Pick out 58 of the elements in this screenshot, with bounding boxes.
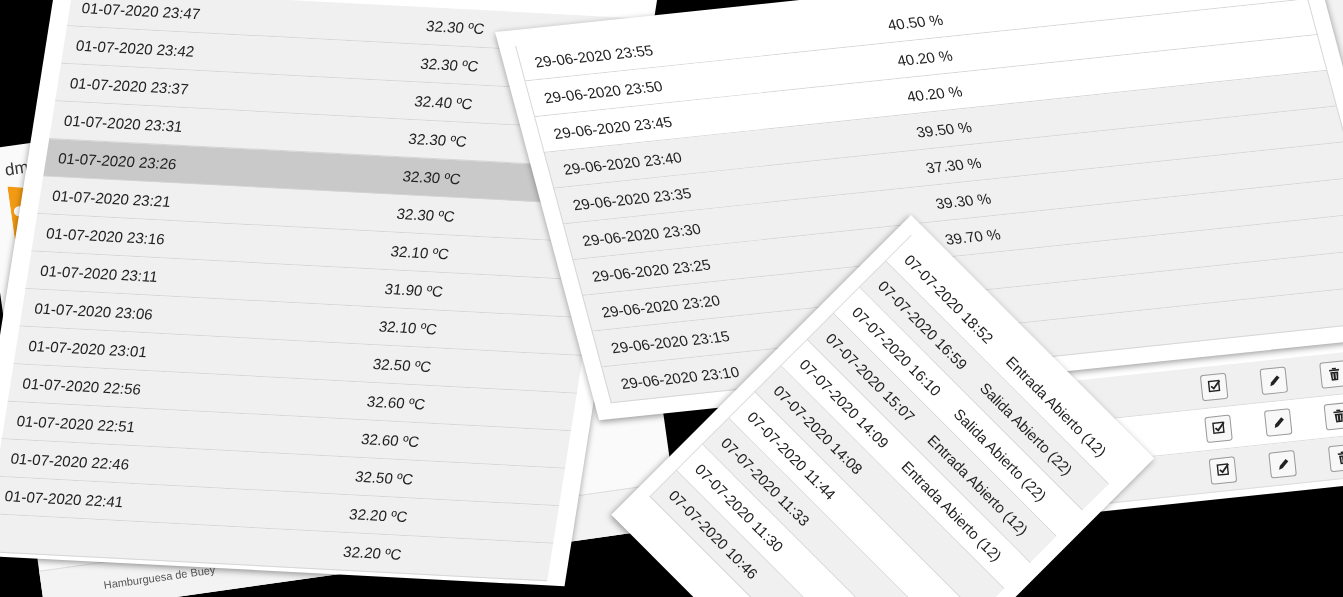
timestamp-cell: 29-06-2020 23:55 bbox=[532, 41, 655, 70]
check-button[interactable] bbox=[1208, 455, 1238, 485]
humidity-cell: 39.70 % bbox=[943, 225, 1003, 248]
timestamp-cell: 29-06-2020 23:40 bbox=[561, 148, 684, 178]
timestamp-cell: 29-06-2020 23:35 bbox=[570, 184, 693, 213]
temperature-cell: 32.30 ºC bbox=[401, 167, 462, 188]
temperature-cell: 32.20 ºC bbox=[342, 542, 403, 563]
temperature-cell: 32.10 ºC bbox=[389, 242, 451, 263]
product-name: Hamburguesa de Buey bbox=[102, 563, 216, 591]
delete-button[interactable] bbox=[1323, 401, 1343, 430]
timestamp-cell: 01-07-2020 22:46 bbox=[9, 449, 131, 473]
timestamp-cell: 01-07-2020 23:42 bbox=[74, 36, 196, 60]
temperature-cell: 32.20 ºC bbox=[348, 505, 409, 526]
timestamp-cell: 01-07-2020 22:41 bbox=[3, 487, 125, 511]
temperature-cell: 32.60 ºC bbox=[359, 430, 421, 451]
humidity-cell: 37.30 % bbox=[923, 153, 983, 176]
timestamp-cell: 01-07-2020 23:26 bbox=[56, 149, 178, 173]
timestamp-cell: 01-07-2020 23:01 bbox=[27, 337, 149, 361]
timestamp-cell: 01-07-2020 23:16 bbox=[45, 224, 166, 248]
timestamp-cell: 01-07-2020 22:56 bbox=[21, 374, 143, 398]
delete-button[interactable] bbox=[1319, 359, 1343, 389]
checkbox-icon bbox=[1205, 378, 1223, 395]
temperature-cell: 32.60 ºC bbox=[365, 392, 427, 413]
humidity-cell: 40.20 % bbox=[895, 46, 955, 69]
humidity-cell: 39.30 % bbox=[933, 189, 993, 212]
timestamp-cell: 01-07-2020 23:31 bbox=[62, 111, 184, 135]
temperature-cell: 32.10 ºC bbox=[377, 317, 439, 338]
temperature-cell: 32.50 ºC bbox=[354, 467, 415, 488]
temperature-cell: 32.50 ºC bbox=[371, 355, 433, 375]
timestamp-cell: 01-07-2020 23:47 bbox=[80, 0, 202, 23]
timestamp-cell: 01-07-2020 22:51 bbox=[15, 412, 137, 436]
timestamp-cell: 29-06-2020 23:30 bbox=[580, 219, 703, 249]
timestamp-cell: 01-07-2020 23:11 bbox=[39, 262, 159, 285]
checkbox-icon bbox=[1214, 461, 1232, 479]
edit-button[interactable] bbox=[1263, 407, 1293, 437]
edit-button[interactable] bbox=[1259, 365, 1289, 395]
temperature-cell: 32.30 ºC bbox=[419, 54, 480, 75]
checkbox-icon bbox=[1210, 420, 1227, 437]
timestamp-cell: 29-06-2020 23:45 bbox=[551, 112, 674, 142]
edit-button[interactable] bbox=[1268, 449, 1297, 479]
temperature-cell: 32.30 ºC bbox=[395, 204, 457, 225]
timestamp-cell: 29-06-2020 23:20 bbox=[599, 291, 722, 320]
timestamp-cell: 01-07-2020 23:06 bbox=[33, 299, 155, 323]
temperature-cell: 32.30 ºC bbox=[407, 129, 468, 150]
temperature-cell: 32.40 ºC bbox=[413, 92, 474, 113]
temperature-cell: 31.90 ºC bbox=[383, 280, 445, 300]
humidity-cell: 39.50 % bbox=[914, 117, 974, 140]
check-button[interactable] bbox=[1199, 372, 1229, 401]
timestamp-cell: 01-07-2020 23:37 bbox=[68, 74, 190, 98]
humidity-cell: 40.50 % bbox=[885, 10, 945, 33]
timestamp-cell: 01-07-2020 23:21 bbox=[51, 186, 172, 210]
timestamp-cell: 29-06-2020 23:10 bbox=[618, 362, 741, 392]
timestamp-cell: 29-06-2020 23:15 bbox=[609, 326, 732, 356]
timestamp-cell: 29-06-2020 23:50 bbox=[542, 76, 665, 106]
timestamp-cell: 29-06-2020 23:25 bbox=[589, 255, 713, 285]
temperature-cell: 32.30 ºC bbox=[425, 17, 486, 38]
humidity-cell: 40.20 % bbox=[904, 82, 964, 105]
check-button[interactable] bbox=[1204, 414, 1233, 443]
